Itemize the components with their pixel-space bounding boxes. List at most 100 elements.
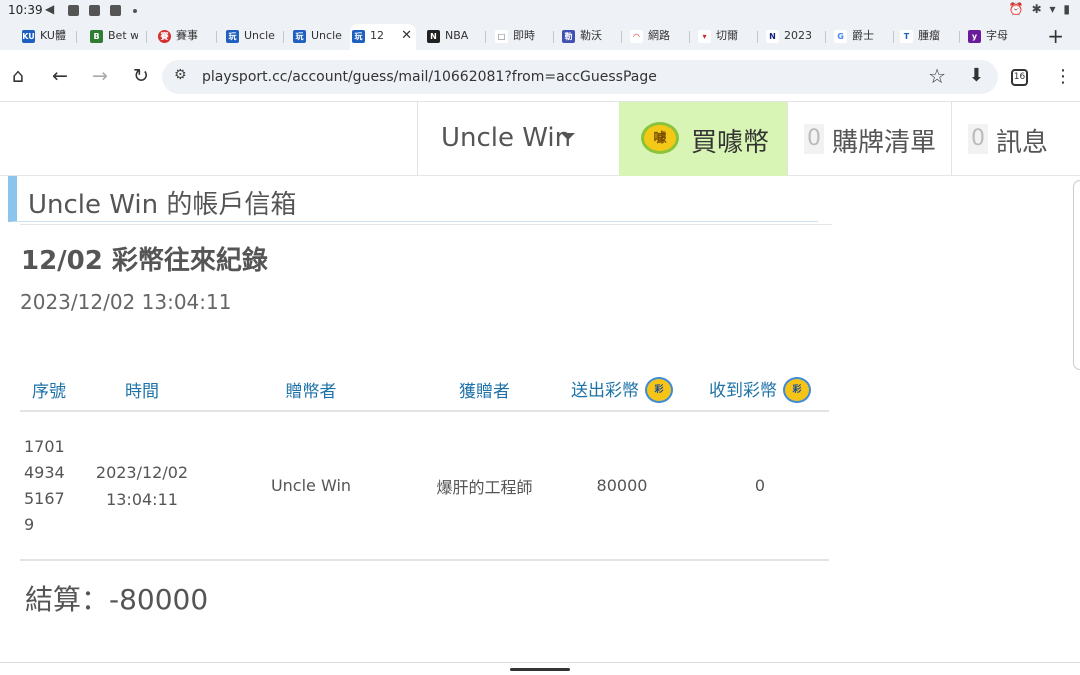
tab-title: 12 xyxy=(370,29,384,42)
tab-title: KU體 xyxy=(40,29,66,42)
coin-records-table: 序號 時間 贈幣者 獲贈者 送出彩幣彩 收到彩幣彩 1701 4934 5167… xyxy=(20,368,829,561)
tab-favicon-icon: 玩 xyxy=(226,30,239,43)
cart-label[interactable]: 購牌清單 xyxy=(832,122,936,159)
browser-tab[interactable]: y 字母 xyxy=(966,24,1020,50)
col-header-time: 時間 xyxy=(78,368,206,412)
mail-subject: 12/02 彩幣往來紀錄 xyxy=(21,246,268,276)
messages-button[interactable]: 0 訊息 xyxy=(951,102,1080,176)
new-tab-icon[interactable]: + xyxy=(1047,24,1064,48)
forward-icon[interactable]: → xyxy=(92,66,108,86)
tab-title: Bet w xyxy=(108,29,138,42)
mail-date: 2023/12/02 13:04:11 xyxy=(20,290,232,314)
col-header-giver: 贈幣者 xyxy=(206,368,416,412)
record-id: 1701 4934 5167 9 xyxy=(20,411,78,561)
notification-icon xyxy=(89,5,100,16)
browser-tab[interactable]: 勒 勒沃 xyxy=(560,24,614,50)
browser-tab[interactable]: KU KU體 xyxy=(20,24,68,50)
col-header-received: 收到彩幣彩 xyxy=(691,368,829,412)
browser-tab[interactable]: N 2023 xyxy=(764,24,818,50)
coin-icon: 噱 xyxy=(641,122,679,154)
tab-switcher-button[interactable]: 16 xyxy=(1011,69,1028,86)
browser-tab[interactable]: ◠ 網路 xyxy=(628,24,682,50)
tab-title: 勒沃 xyxy=(580,29,602,42)
lottery-coin-icon: 彩 xyxy=(783,376,811,403)
download-icon[interactable]: ⬇ xyxy=(969,65,984,86)
site-settings-icon[interactable]: ⚙ xyxy=(174,67,187,83)
browser-tab[interactable]: ▾ 切爾 xyxy=(696,24,750,50)
tab-title: 切爾 xyxy=(716,29,738,42)
url-text[interactable]: playsport.cc/account/guess/mail/10662081… xyxy=(202,69,657,85)
buy-coin-label[interactable]: 買噱幣 xyxy=(691,122,769,159)
record-clock: 13:04:11 xyxy=(106,489,178,509)
tab-title: 即時 xyxy=(513,29,535,42)
lottery-coin-icon: 彩 xyxy=(645,376,673,403)
tab-favicon-icon: 勒 xyxy=(562,30,575,43)
settlement-total: 結算：-80000 xyxy=(25,583,209,616)
browser-tab[interactable]: 賽 賽事 xyxy=(156,24,208,50)
reload-icon[interactable]: ↻ xyxy=(133,66,149,86)
more-menu-icon[interactable]: ⋮ xyxy=(1054,66,1072,87)
tab-title: 賽事 xyxy=(176,29,198,42)
tab-favicon-icon: G xyxy=(834,30,847,43)
browser-toolbar: ⌂ ← → ↻ ⚙ playsport.cc/account/guess/mai… xyxy=(0,50,1080,102)
cart-count-badge: 0 xyxy=(804,124,824,154)
browser-tab[interactable]: T 腫瘤 xyxy=(898,24,952,50)
username[interactable]: Uncle Win xyxy=(441,123,571,153)
browser-tab[interactable]: B Bet w xyxy=(88,24,138,50)
divider xyxy=(20,224,832,225)
browser-tab[interactable]: 玩 Uncle xyxy=(224,24,276,50)
home-gesture-pill[interactable] xyxy=(510,668,570,671)
browser-tab[interactable]: 玩 Uncle xyxy=(291,24,343,50)
record-giver: Uncle Win xyxy=(206,411,416,561)
side-panel-handle[interactable] xyxy=(1073,180,1080,370)
record-id-line: 5167 xyxy=(24,488,65,508)
tab-title: 字母 xyxy=(986,29,1008,42)
more-notifications-icon xyxy=(133,9,137,13)
home-icon[interactable]: ⌂ xyxy=(12,66,24,86)
table-row: 1701 4934 5167 9 2023/12/02 13:04:11 Unc… xyxy=(20,411,829,561)
cart-button[interactable]: 0 購牌清單 xyxy=(787,102,951,176)
clock: 10:39 xyxy=(8,3,43,17)
sent-label: 送出彩幣 xyxy=(571,380,639,401)
messages-label[interactable]: 訊息 xyxy=(996,122,1048,159)
record-id-line: 9 xyxy=(24,514,35,534)
col-header-receiver: 獲贈者 xyxy=(416,368,553,412)
tab-favicon-icon: N xyxy=(427,30,440,43)
browser-tab-active[interactable]: 玩 12 ✕ xyxy=(350,24,416,50)
browser-tab[interactable]: N NBA xyxy=(425,24,477,50)
tab-favicon-icon: B xyxy=(90,30,103,43)
site-header: Uncle Win 噱 買噱幣 0 購牌清單 0 訊息 xyxy=(0,102,1080,176)
bookmark-star-icon[interactable]: ☆ xyxy=(928,64,946,88)
tab-title: Uncle xyxy=(244,29,275,42)
close-icon[interactable]: ✕ xyxy=(401,24,412,48)
browser-tab[interactable]: G 爵士 xyxy=(832,24,886,50)
table-header-row: 序號 時間 贈幣者 獲贈者 送出彩幣彩 收到彩幣彩 xyxy=(20,368,829,412)
tab-favicon-icon: N xyxy=(766,30,779,43)
tab-favicon-icon: T xyxy=(900,30,913,43)
tab-title: 2023 xyxy=(784,29,812,42)
browser-tab[interactable]: □ 即時 xyxy=(493,24,545,50)
tab-favicon-icon: □ xyxy=(495,30,508,43)
record-receiver: 爆肝的工程師 xyxy=(416,411,553,561)
record-id-line: 4934 xyxy=(24,462,65,482)
caret-down-icon[interactable] xyxy=(561,133,575,140)
browser-tab-strip: KU KU體 B Bet w 賽 賽事 玩 Uncle 玩 Uncle 玩 12… xyxy=(0,22,1080,50)
buy-coin-button[interactable]: 噱 買噱幣 xyxy=(619,102,787,176)
record-id-line: 1701 xyxy=(24,436,65,456)
back-icon[interactable]: ← xyxy=(52,66,68,86)
gesture-nav-bar xyxy=(0,662,1080,675)
tab-favicon-icon: KU xyxy=(22,30,35,43)
tab-favicon-icon: 賽 xyxy=(158,30,171,43)
page-title-bar: Uncle Win 的帳戶信箱 xyxy=(8,176,818,222)
message-count-badge: 0 xyxy=(968,124,988,154)
tab-favicon-icon: ◠ xyxy=(630,30,643,43)
tab-favicon-icon: 玩 xyxy=(293,30,306,43)
user-dropdown[interactable]: Uncle Win xyxy=(417,102,619,176)
tab-title: 腫瘤 xyxy=(918,29,940,42)
tab-title: 網路 xyxy=(648,29,670,42)
notification-icon xyxy=(110,5,121,16)
system-status-icons: ⏰ ✱ ▾ ▮ xyxy=(1008,2,1072,16)
address-bar[interactable]: ⚙ playsport.cc/account/guess/mail/106620… xyxy=(162,60,998,94)
record-sent: 80000 xyxy=(553,411,691,561)
tab-favicon-icon: y xyxy=(968,30,981,43)
